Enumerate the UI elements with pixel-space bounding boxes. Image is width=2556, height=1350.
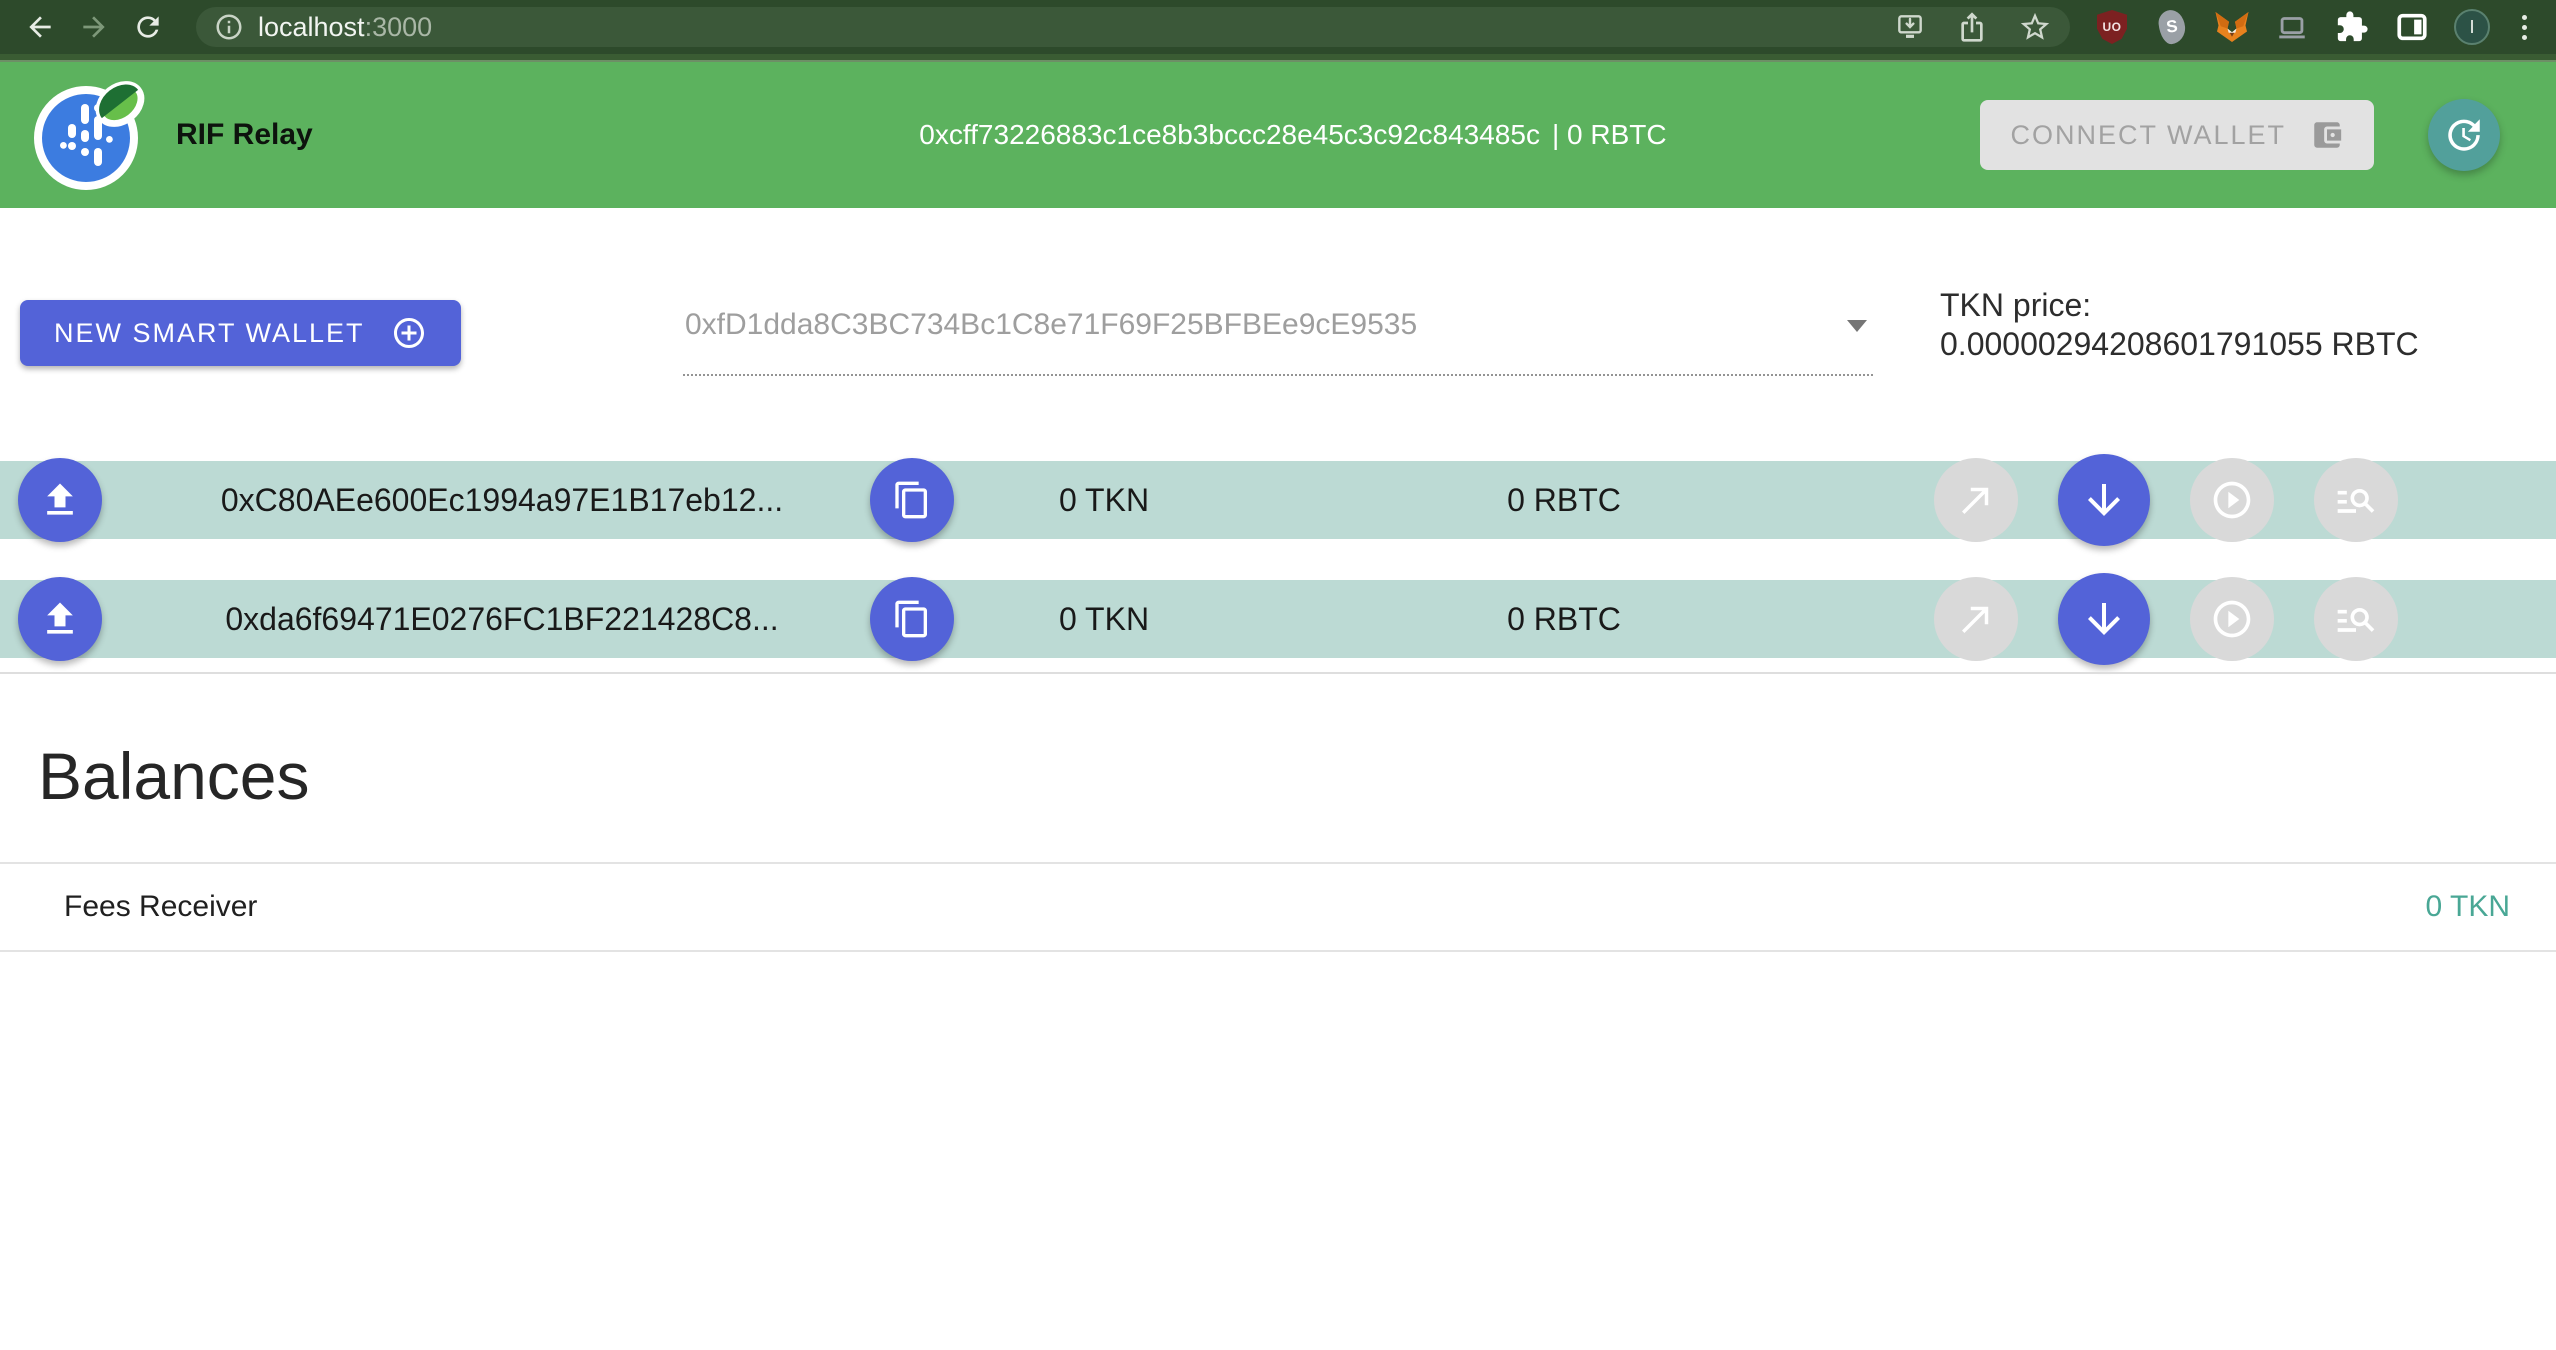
- wallet-token-balance: 0 TKN: [954, 601, 1254, 638]
- upload-icon: [38, 597, 82, 641]
- copy-address-button[interactable]: [870, 458, 954, 542]
- inspect-transactions-button[interactable]: [2314, 577, 2398, 661]
- arrow-up-right-icon: [1955, 479, 1997, 521]
- profile-avatar[interactable]: I: [2454, 9, 2490, 45]
- extensions-puzzle-icon[interactable]: [2334, 9, 2370, 45]
- chevron-down-icon: [1847, 320, 1867, 332]
- selected-wallet-address: 0xfD1dda8C3BC734Bc1C8e71F69F25BFBEe9cE95…: [685, 308, 1417, 341]
- execute-button[interactable]: [2190, 458, 2274, 542]
- wallet-token-balance: 0 TKN: [954, 482, 1254, 519]
- account-summary: 0xcff73226883c1ce8b3bccc28e45c3c92c84348…: [919, 119, 1666, 151]
- transfer-button[interactable]: [1934, 577, 2018, 661]
- account-address: 0xcff73226883c1ce8b3bccc28e45c3c92c84348…: [919, 119, 1540, 151]
- fees-receiver-row: Fees Receiver 0 TKN: [0, 862, 2556, 952]
- token-price: TKN price: 0.00000294208601791055 RBTC: [1940, 286, 2419, 364]
- main-content: NEW SMART WALLET 0xfD1dda8C3BC734Bc1C8e7…: [0, 208, 2556, 1350]
- inspect-transactions-button[interactable]: [2314, 458, 2398, 542]
- copy-icon: [892, 480, 932, 520]
- metamask-extension-icon[interactable]: [2214, 9, 2250, 45]
- back-button[interactable]: [18, 5, 62, 49]
- browser-toolbar: localhost:3000 UO S: [0, 0, 2556, 54]
- page-info-icon: [214, 12, 244, 42]
- side-panel-icon[interactable]: [2394, 9, 2430, 45]
- forward-button[interactable]: [72, 5, 116, 49]
- wallet-address: 0xda6f69471E0276FC1BF221428C8...: [152, 601, 852, 638]
- wallet-icon: [2310, 118, 2344, 152]
- wallet-native-balance: 0 RBTC: [1254, 482, 1874, 519]
- deploy-wallet-button[interactable]: [18, 458, 102, 542]
- address-bar[interactable]: localhost:3000: [196, 7, 2070, 47]
- account-balance: | 0 RBTC: [1552, 119, 1667, 151]
- balances-title: Balances: [38, 738, 310, 814]
- app-name: RIF Relay: [176, 118, 313, 152]
- install-icon[interactable]: [1894, 11, 1926, 43]
- upload-icon: [38, 478, 82, 522]
- arrow-down-icon: [2080, 595, 2128, 643]
- wallet-native-balance: 0 RBTC: [1254, 601, 1874, 638]
- smart-wallet-row: 0xC80AEe600Ec1994a97E1B17eb12... 0 TKN 0…: [0, 461, 2556, 539]
- token-price-value: 0.00000294208601791055 RBTC: [1940, 325, 2419, 364]
- rif-relay-logo: [32, 76, 150, 194]
- bookmark-star-icon[interactable]: [2018, 10, 2052, 44]
- surfshark-extension-icon[interactable]: S: [2154, 9, 2190, 45]
- manage-search-icon: [2334, 597, 2378, 641]
- forward-icon: [78, 11, 110, 43]
- arrow-up-right-icon: [1955, 598, 1997, 640]
- manage-search-icon: [2334, 478, 2378, 522]
- deploy-wallet-button[interactable]: [18, 577, 102, 661]
- execute-button[interactable]: [2190, 577, 2274, 661]
- copy-address-button[interactable]: [870, 577, 954, 661]
- ublock-extension-icon[interactable]: UO: [2094, 9, 2130, 45]
- share-icon[interactable]: [1956, 11, 1988, 43]
- screencast-extension-icon[interactable]: [2274, 9, 2310, 45]
- reload-button[interactable]: [126, 5, 170, 49]
- refresh-button[interactable]: [2428, 99, 2500, 171]
- play-circle-icon: [2210, 597, 2254, 641]
- smart-wallet-select[interactable]: 0xfD1dda8C3BC734Bc1C8e71F69F25BFBEe9cE95…: [683, 304, 1873, 376]
- receive-button[interactable]: [2058, 454, 2150, 546]
- receive-button[interactable]: [2058, 573, 2150, 665]
- arrow-down-icon: [2080, 476, 2128, 524]
- menu-kebab-icon[interactable]: [2514, 15, 2534, 40]
- app-header: RIF Relay 0xcff73226883c1ce8b3bccc28e45c…: [0, 62, 2556, 208]
- add-circle-icon: [391, 315, 427, 351]
- wallet-address: 0xC80AEe600Ec1994a97E1B17eb12...: [152, 482, 852, 519]
- smart-wallet-row: 0xda6f69471E0276FC1BF221428C8... 0 TKN 0…: [0, 580, 2556, 658]
- brand: RIF Relay: [32, 76, 313, 194]
- connect-wallet-button[interactable]: CONNECT WALLET: [1980, 100, 2374, 170]
- section-divider: [0, 672, 2556, 674]
- token-price-label: TKN price:: [1940, 286, 2419, 325]
- update-icon: [2443, 114, 2485, 156]
- back-icon: [24, 11, 56, 43]
- new-smart-wallet-button[interactable]: NEW SMART WALLET: [20, 300, 461, 366]
- copy-icon: [892, 599, 932, 639]
- url-text: localhost:3000: [258, 12, 432, 43]
- extensions-area: UO S I: [2094, 9, 2538, 45]
- fees-receiver-label: Fees Receiver: [0, 890, 257, 924]
- play-circle-icon: [2210, 478, 2254, 522]
- fees-receiver-value: 0 TKN: [2426, 890, 2556, 924]
- transfer-button[interactable]: [1934, 458, 2018, 542]
- reload-icon: [132, 11, 164, 43]
